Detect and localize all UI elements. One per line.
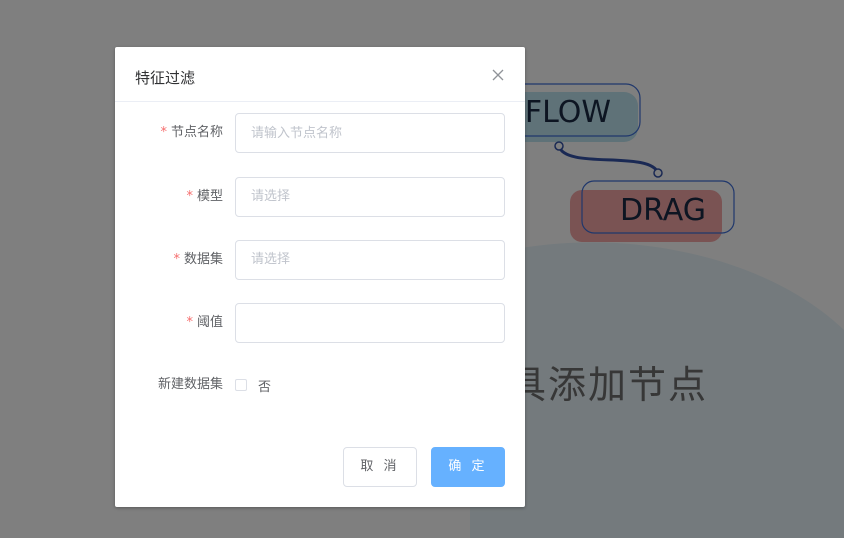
node-name-input[interactable]: [235, 113, 505, 153]
model-select-placeholder: 请选择: [251, 189, 291, 204]
dialog-header: 特征过滤: [115, 47, 525, 102]
confirm-button[interactable]: 确 定: [431, 447, 505, 487]
dataset-label: * 数据集: [173, 252, 223, 267]
required-star: *: [186, 189, 193, 204]
form-item-new-dataset: 新建数据集 否: [115, 365, 525, 405]
threshold-input[interactable]: [235, 303, 505, 343]
required-star: *: [160, 125, 167, 140]
required-star: *: [186, 315, 193, 330]
required-star: *: [173, 252, 180, 267]
model-select[interactable]: 请选择: [235, 177, 505, 217]
checkbox-box[interactable]: [235, 379, 247, 391]
form-item-dataset: * 数据集 请选择: [115, 240, 525, 280]
new-dataset-checkbox[interactable]: 否: [235, 365, 271, 405]
cancel-button[interactable]: 取 消: [343, 447, 417, 487]
node-name-label: * 节点名称: [160, 125, 223, 140]
dialog-title: 特征过滤: [135, 69, 196, 87]
new-dataset-label: 新建数据集: [157, 377, 223, 392]
form-item-threshold: * 阈值: [115, 303, 525, 343]
threshold-label: * 阈值: [186, 315, 223, 330]
dataset-select[interactable]: 请选择: [235, 240, 505, 280]
form-item-model: * 模型 请选择: [115, 177, 525, 217]
feature-filter-dialog: 特征过滤 *节点名称 *模型 请选择 *数据集 请选择 *阈值: [115, 47, 525, 507]
checkbox-option-label: 否: [258, 379, 272, 395]
app-canvas: FLOW DRAG 具添加节点 特征过滤 *节点名称 *模型 请选择: [0, 0, 844, 538]
form-item-node-name: * 节点名称: [115, 113, 525, 153]
close-icon[interactable]: [491, 67, 505, 81]
model-label: * 模型: [186, 189, 223, 204]
dataset-select-placeholder: 请选择: [251, 252, 291, 267]
